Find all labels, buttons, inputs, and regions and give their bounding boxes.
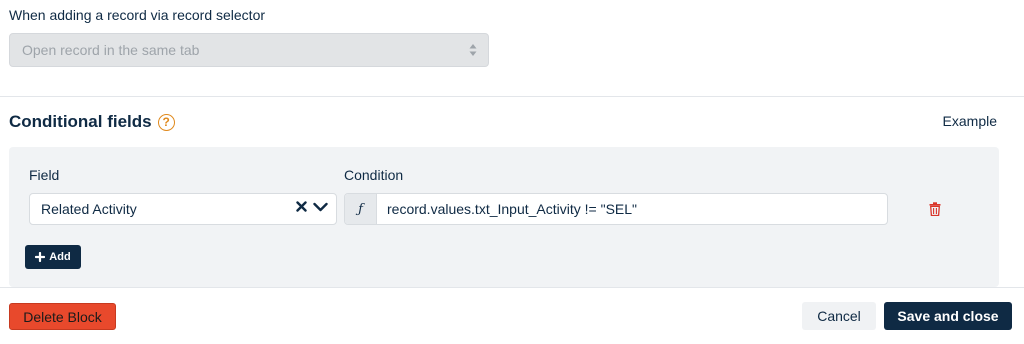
field-select[interactable]: Related Activity bbox=[29, 193, 337, 225]
condition-column-header: Condition bbox=[344, 167, 404, 183]
record-selector-dropdown[interactable]: Open record in the same tab bbox=[9, 33, 489, 67]
save-and-close-button[interactable]: Save and close bbox=[884, 302, 1012, 330]
condition-value: record.values.txt_Input_Activity != "SEL… bbox=[387, 201, 638, 217]
conditional-fields-heading: Conditional fields ? bbox=[9, 112, 175, 132]
plus-icon bbox=[35, 252, 46, 262]
footer-bar: Delete Block Cancel Save and close bbox=[0, 287, 1024, 344]
delete-block-button[interactable]: Delete Block bbox=[9, 303, 116, 330]
record-selector-value: Open record in the same tab bbox=[22, 42, 200, 58]
function-icon: ƒ bbox=[345, 194, 377, 224]
sort-arrows-icon bbox=[469, 44, 477, 56]
help-icon[interactable]: ? bbox=[157, 113, 175, 131]
example-link[interactable]: Example bbox=[943, 113, 997, 129]
cancel-button[interactable]: Cancel bbox=[802, 302, 876, 330]
chevron-down-icon[interactable] bbox=[313, 202, 328, 212]
conditional-fields-panel: Field Condition Related Activity ƒ recor… bbox=[9, 147, 999, 287]
conditional-fields-title: Conditional fields bbox=[9, 112, 152, 131]
add-button[interactable]: Add bbox=[25, 245, 81, 269]
condition-input[interactable]: ƒ record.values.txt_Input_Activity != "S… bbox=[344, 193, 888, 225]
record-selector-label: When adding a record via record selector bbox=[9, 7, 266, 23]
trash-icon[interactable] bbox=[929, 202, 941, 216]
record-selector-section: When adding a record via record selector… bbox=[0, 0, 1024, 97]
field-column-header: Field bbox=[29, 167, 60, 183]
add-button-label: Add bbox=[49, 251, 71, 263]
field-select-value: Related Activity bbox=[41, 201, 137, 217]
clear-icon[interactable] bbox=[296, 201, 307, 212]
